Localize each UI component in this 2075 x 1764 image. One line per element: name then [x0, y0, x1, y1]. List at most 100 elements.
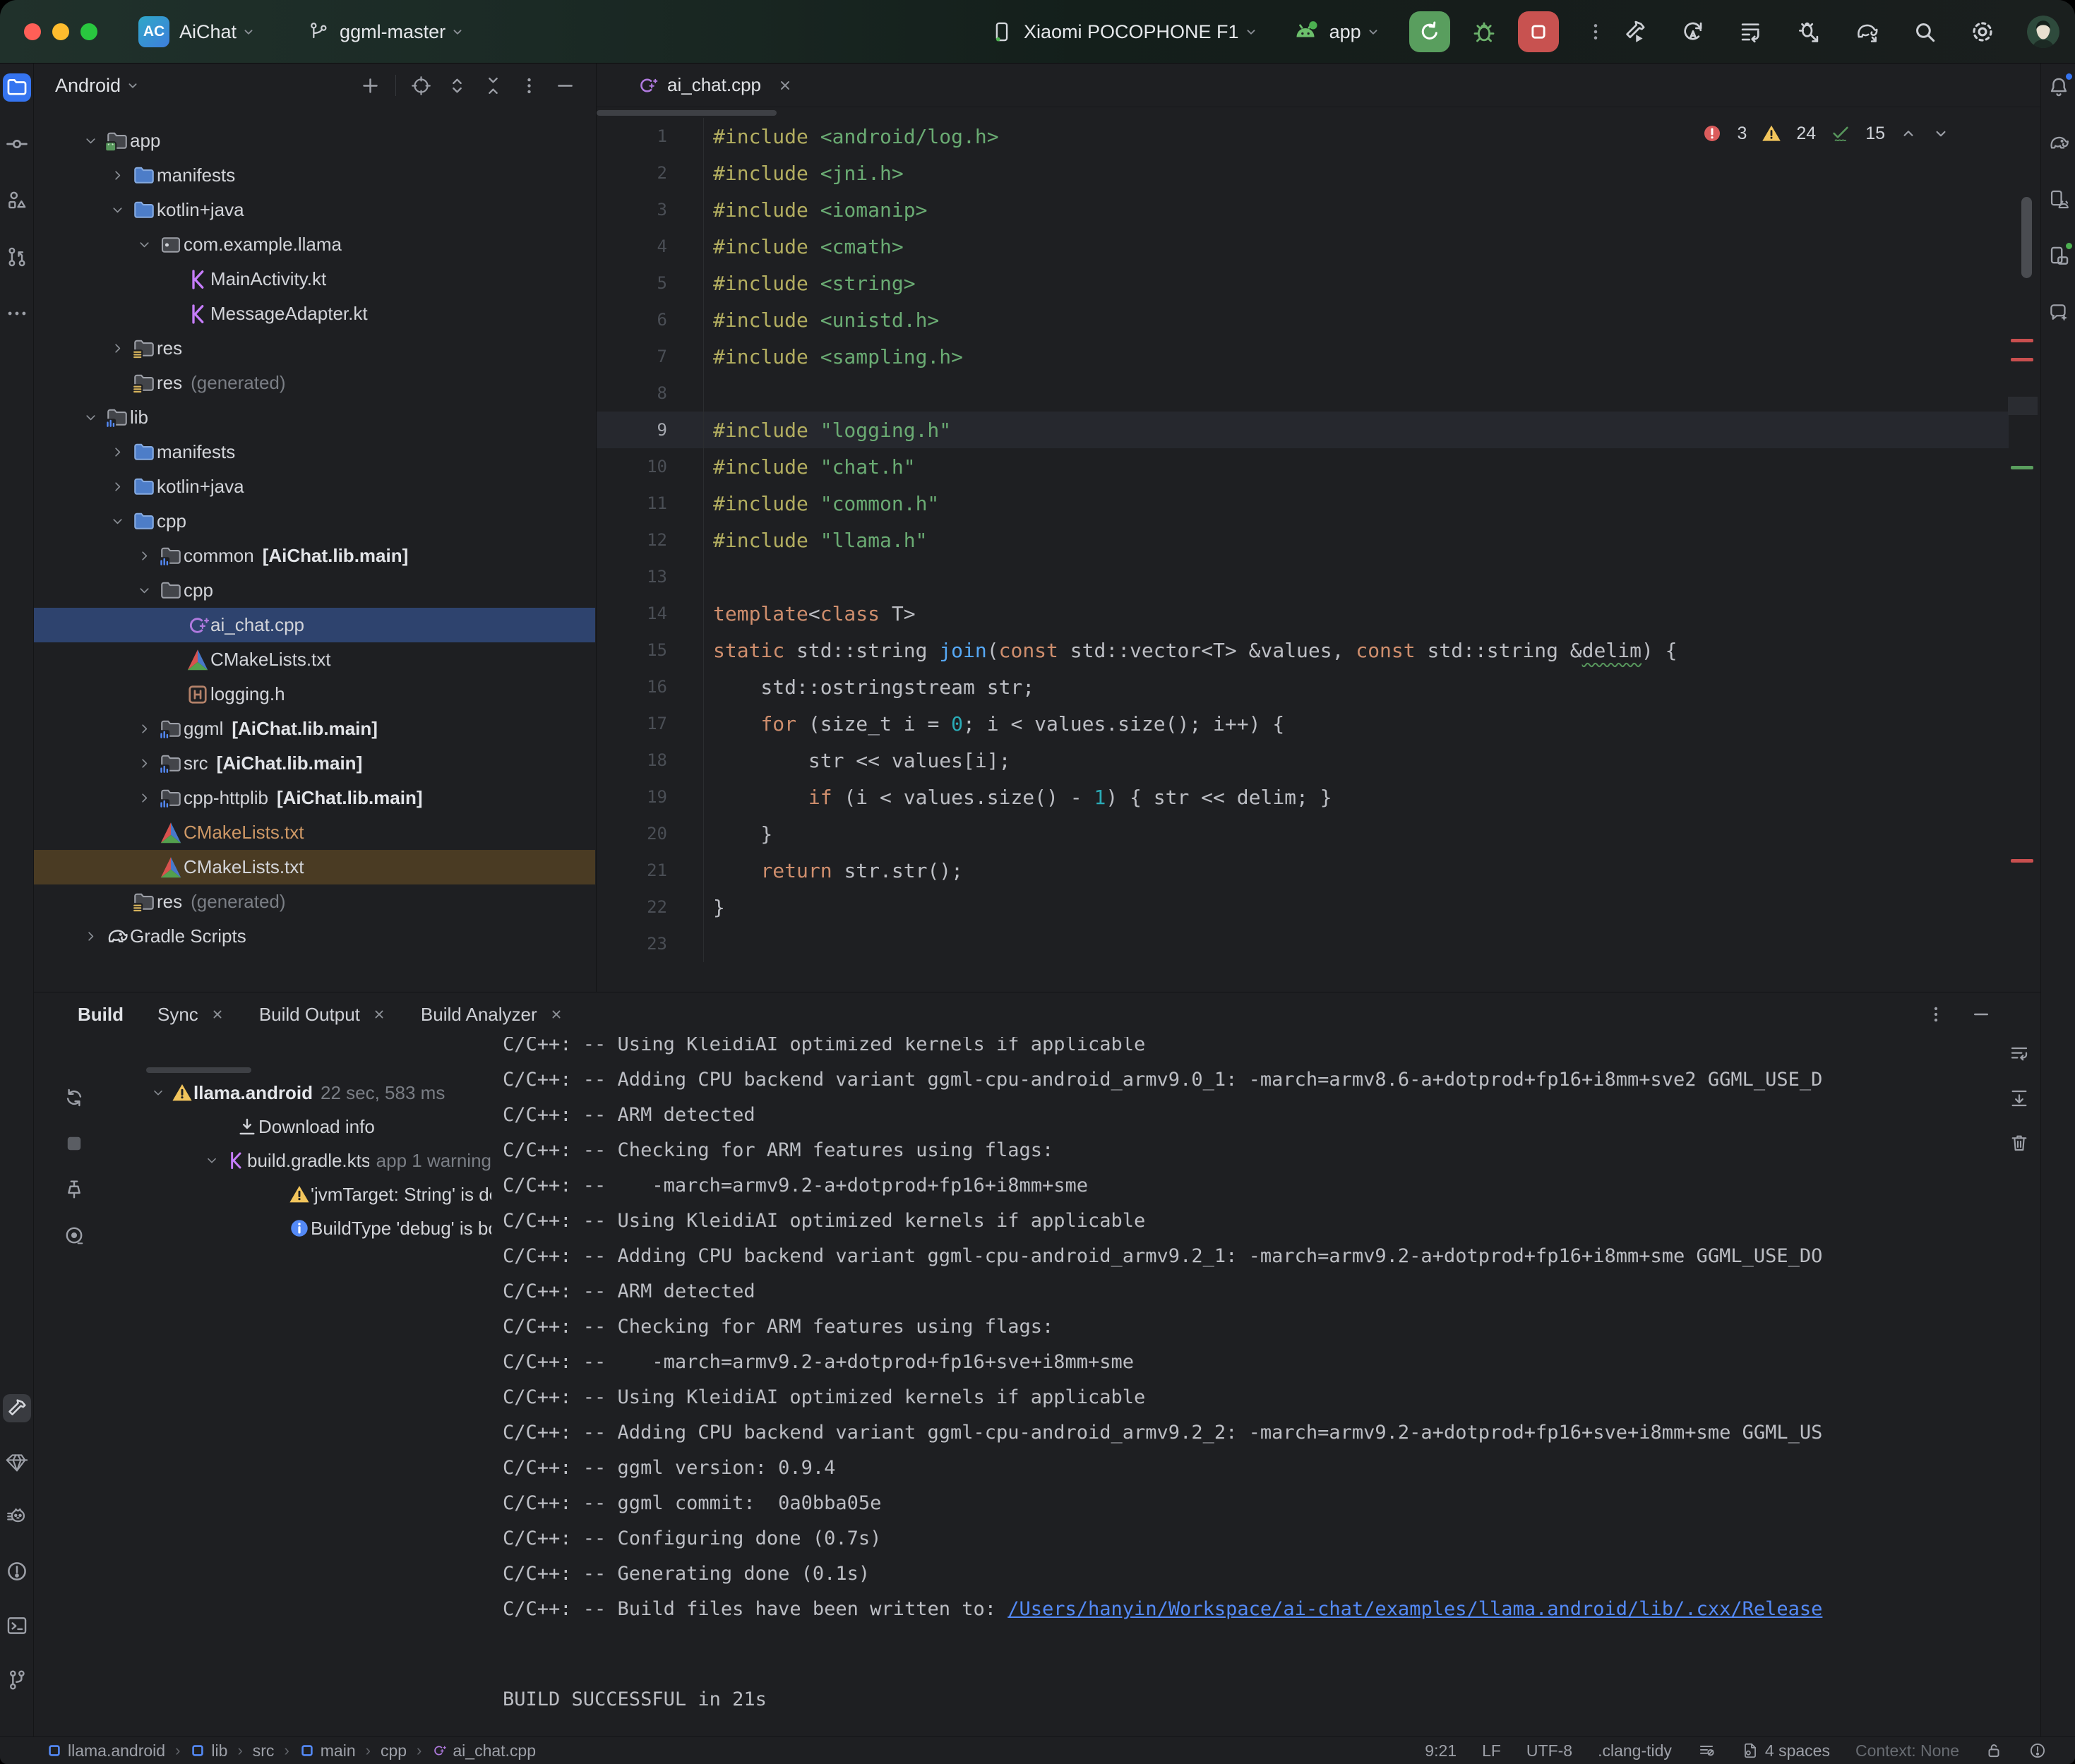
status-9-21[interactable]: 9:21 — [1425, 1741, 1457, 1760]
attach-debugger-icon[interactable] — [1795, 18, 1822, 45]
close-window-button[interactable] — [24, 23, 41, 40]
chevron-right-icon[interactable] — [103, 331, 131, 366]
gemini-chat-icon[interactable] — [2045, 299, 2073, 327]
tree-item-manifests[interactable]: manifests — [34, 435, 595, 469]
breadcrumb-ai-chat-cpp[interactable]: ai_chat.cpp — [431, 1741, 536, 1760]
tree-item-res[interactable]: res(generated) — [34, 366, 595, 400]
pull-requests-icon[interactable] — [3, 243, 31, 271]
recent-actions-icon[interactable] — [1738, 18, 1764, 45]
tree-item-ai-chat-cpp[interactable]: ai_chat.cpp — [34, 608, 595, 642]
build-tab-build-output[interactable]: Build Output — [259, 1004, 387, 1026]
chevron-down-icon[interactable] — [130, 227, 158, 262]
tree-item-res[interactable]: res — [34, 331, 595, 366]
chevron-down-icon[interactable] — [130, 573, 158, 608]
tree-item-gradle-scripts[interactable]: Gradle Scripts — [34, 919, 595, 954]
error-stripe-mark[interactable] — [2011, 466, 2033, 469]
tree-item-mainactivity-kt[interactable]: MainActivity.kt — [34, 262, 595, 296]
device-manager-icon[interactable] — [2045, 186, 2073, 214]
next-problem-icon[interactable] — [1932, 124, 1950, 143]
soft-wrap-icon[interactable] — [2008, 1043, 2031, 1069]
vcs-branch-widget[interactable]: ggml-master — [307, 20, 465, 43]
terminal-icon[interactable] — [3, 1612, 31, 1640]
editor-scrollbar-thumb-horizontal[interactable] — [597, 110, 777, 116]
running-devices-icon[interactable] — [2045, 242, 2073, 270]
build-tree-item[interactable]: llama.android: fin22 sec, 583 ms — [34, 1076, 491, 1110]
structure-icon[interactable] — [3, 186, 31, 215]
previous-problem-icon[interactable] — [1899, 124, 1918, 143]
tree-item-manifests[interactable]: manifests — [34, 158, 595, 193]
more-run-actions-icon[interactable] — [1584, 20, 1607, 43]
tree-item-app[interactable]: app — [34, 124, 595, 158]
chevron-down-icon[interactable] — [199, 1153, 225, 1168]
error-stripe-mark[interactable] — [2011, 339, 2033, 342]
version-control-icon[interactable] — [3, 1666, 31, 1694]
project-view-selector[interactable]: Android — [55, 75, 121, 97]
gradle-sync-icon[interactable] — [1853, 18, 1880, 45]
breadcrumb-llama-android[interactable]: llama.android — [47, 1741, 165, 1760]
chevron-down-icon[interactable] — [103, 504, 131, 539]
editor-error-stripe[interactable] — [2008, 109, 2038, 992]
chevron-right-icon[interactable] — [130, 781, 158, 815]
zoom-window-button[interactable] — [80, 23, 97, 40]
options-kebab-icon[interactable] — [1925, 1004, 1947, 1025]
quality-insights-gem-icon[interactable] — [3, 1448, 31, 1477]
chevron-right-icon[interactable] — [130, 712, 158, 746]
rerun-app-button[interactable] — [1409, 11, 1450, 52]
scroll-to-end-icon[interactable] — [2008, 1087, 2031, 1113]
close-icon[interactable] — [210, 1007, 225, 1022]
error-stripe-mark[interactable] — [2011, 859, 2033, 863]
breadcrumb-lib[interactable]: lib — [190, 1741, 227, 1760]
chevron-down-icon[interactable] — [76, 124, 104, 158]
user-avatar[interactable] — [2027, 16, 2059, 48]
tree-item-src[interactable]: src[AiChat.lib.main] — [34, 746, 595, 781]
build-tree-item[interactable]: Download info — [34, 1110, 491, 1144]
status-inspections-widget-icon[interactable] — [2028, 1741, 2047, 1760]
build-window-title[interactable]: Build — [78, 1004, 124, 1026]
chevron-right-icon[interactable] — [76, 919, 104, 954]
run-config-selector[interactable]: app — [1329, 21, 1361, 43]
inspections-widget[interactable]: 3 24 15 — [1702, 123, 1950, 144]
status-4-spaces[interactable]: 4 spaces — [1741, 1741, 1830, 1760]
tree-item-common[interactable]: common[AiChat.lib.main] — [34, 539, 595, 573]
gradle-elephant-icon[interactable] — [2045, 129, 2073, 157]
chevron-down-icon[interactable] — [103, 193, 131, 227]
status-utf-8[interactable]: UTF-8 — [1526, 1741, 1572, 1760]
tree-item-messageadapter-kt[interactable]: MessageAdapter.kt — [34, 296, 595, 331]
build-output-link[interactable]: /Users/hanyin/Workspace/ai-chat/examples… — [1007, 1598, 1822, 1620]
close-icon[interactable] — [777, 77, 794, 94]
tree-item-kotlin-java[interactable]: kotlin+java — [34, 193, 595, 227]
apply-changes-icon[interactable] — [1680, 18, 1706, 45]
hide-minus-icon[interactable] — [1971, 1004, 1992, 1025]
status-formatter-icon[interactable] — [1697, 1741, 1716, 1760]
device-selector[interactable]: Xiaomi POCOPHONE F1 — [1024, 21, 1239, 43]
stop-app-button[interactable] — [1518, 11, 1559, 52]
status--clang-tidy[interactable]: .clang-tidy — [1598, 1741, 1672, 1760]
build-project-icon[interactable] — [1622, 18, 1649, 45]
chevron-right-icon[interactable] — [130, 746, 158, 781]
status-context-none[interactable]: Context: None — [1855, 1741, 1959, 1760]
chevron-right-icon[interactable] — [130, 539, 158, 573]
build-tree-item[interactable]: 'jvmTarget: String' is deprec — [34, 1177, 491, 1211]
build-console[interactable]: C/C++: -- Using KleidiAI optimized kerne… — [493, 1037, 1997, 1732]
chevron-right-icon[interactable] — [103, 469, 131, 504]
close-icon[interactable] — [371, 1007, 387, 1022]
notifications-bell-icon[interactable] — [2045, 73, 2073, 101]
settings-gear-icon[interactable] — [1969, 18, 1996, 45]
tree-item-cpp[interactable]: cpp — [34, 573, 595, 608]
more-icon[interactable] — [3, 299, 31, 328]
tree-item-cpp-httplib[interactable]: cpp-httplib[AiChat.lib.main] — [34, 781, 595, 815]
debug-bug-icon[interactable] — [1470, 18, 1498, 46]
logcat-cat-icon[interactable] — [3, 1503, 31, 1531]
project-name[interactable]: AiChat — [179, 21, 237, 43]
status-lf[interactable]: LF — [1482, 1741, 1501, 1760]
editor-tab-ai-chat-cpp[interactable]: ai_chat.cpp — [597, 64, 812, 107]
minimize-window-button[interactable] — [52, 23, 69, 40]
tree-item-cmakelists-txt[interactable]: CMakeLists.txt — [34, 850, 595, 884]
tree-item-kotlin-java[interactable]: kotlin+java — [34, 469, 595, 504]
chevron-right-icon[interactable] — [103, 435, 131, 469]
clear-all-icon[interactable] — [2008, 1132, 2031, 1158]
tree-item-logging-h[interactable]: logging.h — [34, 677, 595, 712]
chevron-right-icon[interactable] — [103, 158, 131, 193]
commit-icon[interactable] — [3, 130, 31, 158]
tree-item-ggml[interactable]: ggml[AiChat.lib.main] — [34, 712, 595, 746]
